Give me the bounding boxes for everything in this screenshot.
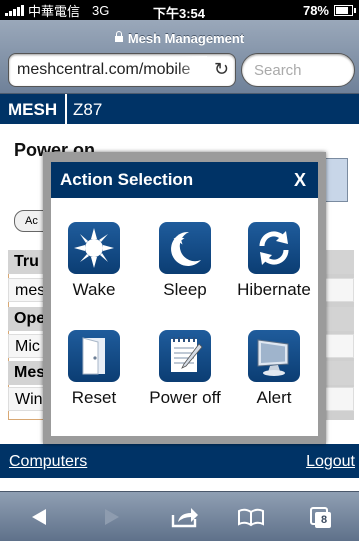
tabs-icon[interactable]: 8 — [303, 502, 339, 532]
site-header: MESH Z87 — [0, 94, 359, 124]
dialog-body: Action Selection X Wake Sleep Hibernate … — [51, 162, 318, 436]
dialog-title: Action Selection — [60, 170, 194, 189]
site-footer: Computers Logout — [0, 444, 359, 478]
notepad-icon — [159, 330, 211, 382]
battery-icon — [334, 5, 356, 16]
search-input[interactable]: Search — [241, 53, 355, 87]
reset-button[interactable]: Reset — [51, 330, 137, 418]
dialog-titlebar: Action Selection X — [51, 162, 318, 198]
close-button[interactable]: X — [294, 162, 306, 198]
reload-icon[interactable]: ↻ — [214, 59, 229, 80]
cycle-icon — [248, 222, 300, 274]
monitor-icon — [248, 330, 300, 382]
device-name: Z87 — [73, 100, 103, 119]
hibernate-button[interactable]: Hibernate — [231, 222, 317, 310]
back-icon[interactable] — [22, 502, 58, 532]
url-bar[interactable]: meshcentral.com/mobile ↻ — [8, 53, 236, 87]
status-bar: 中華電信 3G 下午3:54 78% — [0, 0, 359, 21]
browser-chrome: Mesh Management meshcentral.com/mobile ↻… — [0, 20, 359, 94]
alert-button[interactable]: Alert — [231, 330, 317, 418]
page-title-text: Mesh Management — [127, 31, 245, 46]
computers-link[interactable]: Computers — [9, 453, 87, 471]
share-icon[interactable] — [166, 502, 202, 532]
sun-icon — [68, 222, 120, 274]
network-type: 3G — [92, 2, 110, 18]
search-placeholder: Search — [254, 62, 302, 79]
action-label: Alert — [256, 388, 292, 407]
moon-icon — [159, 222, 211, 274]
logout-link[interactable]: Logout — [306, 453, 355, 471]
lock-icon — [114, 31, 123, 42]
forward-icon[interactable] — [93, 502, 129, 532]
action-label: Power off — [149, 388, 221, 407]
action-label: Wake — [72, 280, 116, 299]
browser-toolbar: 8 — [0, 491, 359, 541]
power-off-button[interactable]: Power off — [142, 330, 228, 418]
action-label: Hibernate — [237, 280, 311, 299]
action-label: Reset — [71, 388, 117, 407]
sleep-button[interactable]: Sleep — [142, 222, 228, 310]
browser-page-title: Mesh Management — [0, 31, 359, 46]
tabs-count: 8 — [320, 514, 328, 526]
bookmarks-icon[interactable] — [233, 502, 269, 532]
action-selection-dialog: Action Selection X Wake Sleep Hibernate … — [43, 152, 326, 444]
wake-button[interactable]: Wake — [51, 222, 137, 310]
action-label: Sleep — [163, 280, 207, 299]
carrier-name: 中華電信 — [28, 3, 81, 19]
signal-icon — [5, 4, 24, 16]
door-icon — [68, 330, 120, 382]
logo-text: MESH — [8, 100, 58, 119]
mesh-logo[interactable]: MESH — [0, 94, 67, 124]
battery-percentage: 78% — [302, 3, 329, 18]
